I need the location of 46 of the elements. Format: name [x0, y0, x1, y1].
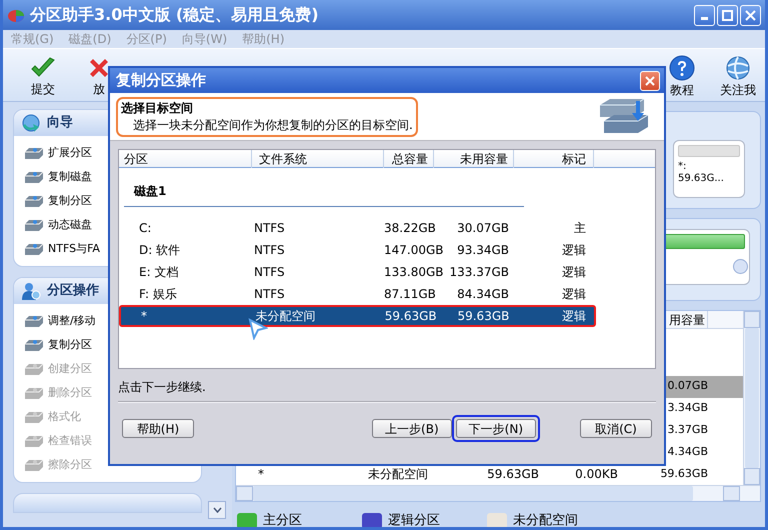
dialog-description: 选择一块未分配空间作为你想复制的分区的目标空间. — [132, 116, 413, 134]
table-cell: 59.63GB — [457, 309, 510, 323]
table-cell: 3.34GB — [667, 401, 708, 414]
table-cell: 133.37GB — [449, 265, 509, 279]
table-cell: 38.22GB — [384, 221, 436, 235]
table-cell: 59.63GB — [660, 466, 708, 480]
dialog-heading: 选择目标空间 — [121, 100, 194, 116]
partition-size: 59.63G... — [678, 173, 725, 185]
panel-title: 向导 — [47, 114, 73, 132]
hint-text: 点击下一步继续. — [118, 379, 207, 396]
table-cell: 147.00GB — [384, 243, 444, 257]
partition-name: *: — [678, 161, 688, 173]
legend-label: 主分区 — [263, 512, 302, 527]
table-cell: 未分配空间 — [368, 467, 428, 482]
table-cell: NTFS — [254, 221, 285, 235]
table-cell: D: 软件 — [139, 243, 180, 257]
table-cell: 逻辑 — [562, 287, 586, 301]
table-cell: F: 娱乐 — [139, 287, 177, 301]
table-cell: * — [258, 467, 264, 482]
legend-label: 未分配空间 — [513, 512, 578, 527]
table-cell: 87.11GB — [384, 287, 436, 301]
disk-label: 磁盘1 — [124, 182, 524, 207]
legend-label: 逻辑分区 — [388, 512, 440, 527]
table-cell: E: 文档 — [139, 265, 178, 279]
table-cell: 93.34GB — [457, 243, 509, 257]
panel-title: 分区操作 — [47, 282, 99, 300]
table-cell: 59.63GB — [384, 309, 437, 323]
table-cell: NTFS — [254, 243, 285, 257]
table-cell: 逻辑 — [562, 265, 586, 279]
table-cell: 未分配空间 — [255, 309, 316, 323]
table-cell: 59.63GB — [487, 467, 539, 482]
table-cell: 0.00KB — [575, 467, 618, 482]
dialog-title: 复制分区操作 — [116, 70, 206, 92]
table-cell: 逻辑 — [562, 309, 586, 323]
window-title: 分区助手3.0中文版 (稳定、易用且免费) — [30, 4, 319, 26]
table-cell: 84.34GB — [457, 287, 509, 301]
table-cell: 4.34GB — [667, 444, 708, 458]
table-cell: C: — [139, 221, 152, 235]
table-cell: NTFS — [254, 287, 285, 301]
table-cell: 0.07GB — [667, 379, 708, 392]
table-cell: 主 — [574, 221, 586, 235]
table-cell: * — [141, 309, 147, 323]
table-cell: NTFS — [254, 265, 285, 279]
table-cell: 逻辑 — [562, 243, 586, 257]
table-cell: 30.07GB — [457, 221, 509, 235]
table-cell: 133.80GB — [384, 265, 444, 279]
